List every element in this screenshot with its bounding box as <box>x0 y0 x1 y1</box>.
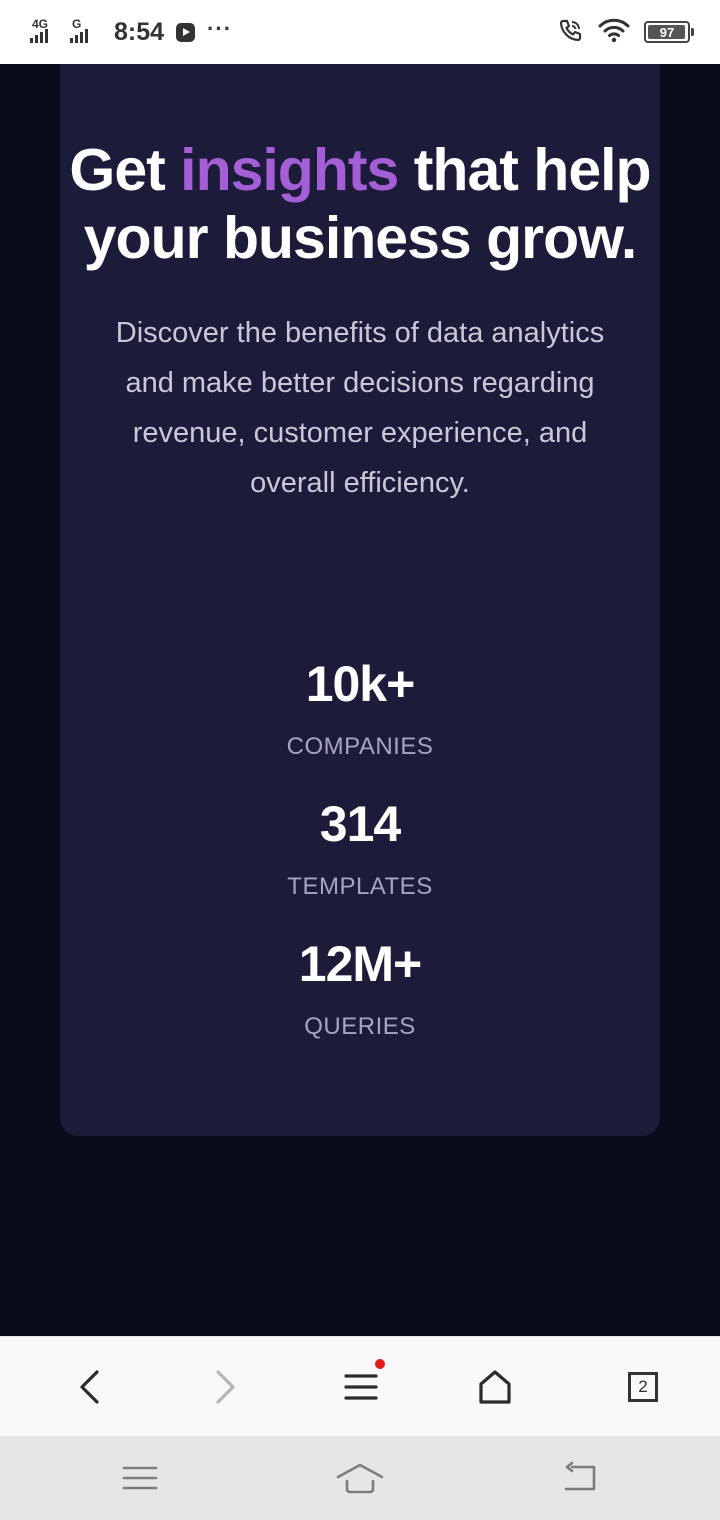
battery-level: 97 <box>659 24 675 40</box>
forward-icon <box>216 1370 235 1404</box>
hero-description: Discover the benefits of data analytics … <box>115 317 605 499</box>
clock: 8:54 <box>114 17 165 46</box>
back-icon <box>80 1370 99 1404</box>
stat-value: 314 <box>319 796 401 852</box>
stat-label: TEMPLATES <box>287 873 433 900</box>
stat-templates: 314 TEMPLATES <box>60 794 660 902</box>
stat-companies: 10k+ COMPANIES <box>60 654 660 762</box>
more-notifications-icon: ··· <box>207 16 233 41</box>
system-home-button[interactable] <box>330 1456 390 1500</box>
headline-accent: insights <box>180 137 399 203</box>
wifi-icon <box>598 17 630 48</box>
menu-icon <box>344 1374 378 1400</box>
menu-button[interactable] <box>331 1359 391 1415</box>
stat-value: 12M+ <box>298 936 422 992</box>
headline-start: Get <box>69 137 181 203</box>
stat-label: QUERIES <box>304 1013 416 1040</box>
stat-label: COMPANIES <box>286 733 434 760</box>
browser-toolbar: 2 <box>0 1336 720 1437</box>
battery-icon: 97 <box>644 21 694 43</box>
signal-4g-icon: 4G <box>30 17 64 47</box>
tabs-button[interactable]: 2 <box>613 1359 673 1415</box>
notification-dot <box>375 1359 385 1369</box>
tabs-icon: 2 <box>628 1372 658 1402</box>
stat-value: 10k+ <box>305 656 416 712</box>
home-icon <box>336 1463 384 1494</box>
signal-g-icon: G <box>70 17 104 47</box>
status-bar: 4G G 8:54 ··· 97 <box>0 0 720 64</box>
tab-count: 2 <box>638 1377 648 1396</box>
system-back-button[interactable] <box>550 1456 610 1500</box>
home-icon <box>479 1370 511 1404</box>
stat-queries: 12M+ QUERIES <box>60 934 660 1042</box>
recents-icon <box>122 1466 158 1490</box>
forward-button[interactable] <box>195 1359 255 1415</box>
headline: Get insights that help your business gro… <box>60 136 660 272</box>
home-button[interactable] <box>465 1359 525 1415</box>
recents-button[interactable] <box>110 1456 170 1500</box>
hero-card: Get insights that help your business gro… <box>60 64 660 1136</box>
back-icon <box>564 1461 596 1491</box>
youtube-icon <box>176 22 196 42</box>
system-navigation-bar <box>0 1436 720 1520</box>
wifi-calling-icon <box>558 17 584 48</box>
back-button[interactable] <box>60 1359 120 1415</box>
